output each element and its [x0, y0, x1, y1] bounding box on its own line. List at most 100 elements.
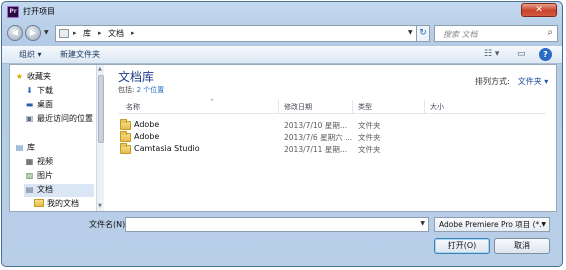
- filename-dropdown-icon[interactable]: ▼: [420, 220, 425, 227]
- sidebar-item-favorites[interactable]: ★ 收藏夹: [14, 71, 51, 84]
- sidebar-item-libraries[interactable]: ▤ 库: [14, 142, 35, 155]
- column-divider[interactable]: [278, 100, 279, 114]
- back-button[interactable]: ◀: [7, 25, 23, 41]
- new-folder-button[interactable]: 新建文件夹: [60, 49, 100, 60]
- sidebar-item-label: 下载: [37, 86, 53, 95]
- scroll-up-icon[interactable]: ▲: [98, 66, 102, 72]
- breadcrumb-separator-icon[interactable]: ▸: [73, 29, 77, 37]
- desktop-icon: ▬: [25, 100, 34, 109]
- forward-button[interactable]: ▶: [25, 25, 41, 41]
- sidebar-scrollbar[interactable]: ▲ ▼: [96, 65, 104, 211]
- sidebar-item-documents[interactable]: ▤ 文档: [24, 184, 94, 197]
- cancel-button[interactable]: 取消: [494, 238, 550, 254]
- sidebar-item-pictures[interactable]: ▨ 图片: [24, 170, 53, 183]
- view-options-icon[interactable]: ☷ ▾: [484, 49, 499, 59]
- file-date: 2013/7/6 星期六 ...: [284, 133, 353, 142]
- folder-icon: [120, 119, 131, 130]
- sidebar-item-label: 最近访问的位置: [37, 114, 93, 123]
- star-icon: ★: [15, 72, 24, 81]
- open-project-dialog: Pr 打开项目 ✕ ◀ ▶ ▼ ▸ 库 ▸ 文档 ▸ ▼ ↻ 搜索 文档 ⌕ 组…: [1, 1, 563, 267]
- file-type: 文件夹: [358, 133, 381, 142]
- column-header-size[interactable]: 大小: [430, 102, 444, 112]
- file-name: Camtasia Studio: [134, 144, 200, 153]
- file-name: Adobe: [134, 132, 160, 141]
- search-input[interactable]: 搜索 文档 ⌕: [434, 25, 558, 42]
- search-placeholder: 搜索 文档: [443, 30, 478, 39]
- help-icon[interactable]: ?: [539, 48, 552, 61]
- sidebar-item-my-documents[interactable]: 我的文档: [34, 198, 79, 211]
- libraries-icon: ▤: [15, 143, 24, 152]
- sidebar-item-video[interactable]: ▦ 视频: [24, 156, 53, 169]
- forward-arrow-icon: ▶: [29, 28, 37, 37]
- file-name: Adobe: [134, 120, 160, 129]
- preview-pane-icon[interactable]: ▭: [517, 49, 526, 59]
- breadcrumb-documents[interactable]: 文档: [108, 28, 124, 39]
- close-button[interactable]: ✕: [521, 3, 557, 17]
- title-bar[interactable]: Pr 打开项目 ✕: [2, 2, 562, 22]
- file-type: 文件夹: [358, 121, 381, 130]
- file-date: 2013/7/10 星期...: [284, 121, 347, 130]
- premiere-app-icon: Pr: [7, 6, 19, 18]
- sort-caret-icon: ^: [210, 99, 215, 105]
- sidebar-item-label: 图片: [37, 171, 53, 180]
- column-header-date[interactable]: 修改日期: [284, 102, 312, 112]
- video-icon: ▦: [25, 157, 34, 166]
- back-arrow-icon: ◀: [11, 28, 19, 37]
- column-divider[interactable]: [424, 100, 425, 114]
- filename-label: 文件名(N):: [89, 220, 128, 229]
- sidebar-item-desktop[interactable]: ▬ 桌面: [24, 99, 53, 112]
- sidebar-item-label: 文档: [37, 185, 53, 194]
- filename-input[interactable]: ▼: [125, 217, 429, 232]
- file-type: 文件夹: [358, 145, 381, 154]
- recent-places-icon: ▣: [25, 114, 34, 123]
- navigation-pane: ★ 收藏夹 ⬇ 下载 ▬ 桌面 ▣ 最近访问的位置 ▤ 库 ▦ 视频 ▨ 图片 ▤ 文档: [10, 65, 96, 211]
- folder-icon: [120, 143, 131, 154]
- column-divider[interactable]: [352, 100, 353, 114]
- scroll-down-icon[interactable]: ▼: [98, 203, 102, 209]
- refresh-button[interactable]: ↻: [416, 25, 430, 42]
- sidebar-item-label: 库: [27, 143, 35, 152]
- sidebar-item-label: 视频: [37, 157, 53, 166]
- library-title: 文档库: [118, 70, 155, 84]
- open-button[interactable]: 打开(O): [434, 238, 490, 254]
- breadcrumb-separator-icon[interactable]: ▸: [131, 29, 135, 37]
- column-header-name[interactable]: 名称: [126, 102, 140, 112]
- downloads-icon: ⬇: [26, 86, 33, 95]
- recent-pages-dropdown-icon[interactable]: ▼: [44, 29, 49, 36]
- filetype-dropdown-icon: ▼: [541, 221, 546, 228]
- breadcrumb-libraries[interactable]: 库: [83, 28, 91, 39]
- file-row[interactable]: Adobe 2013/7/6 星期六 ... 文件夹: [118, 131, 546, 144]
- file-row[interactable]: Adobe 2013/7/10 星期... 文件夹: [118, 119, 546, 132]
- window-title: 打开项目: [23, 7, 55, 16]
- column-header-type[interactable]: 类型: [358, 102, 372, 112]
- address-row: ◀ ▶ ▼ ▸ 库 ▸ 文档 ▸ ▼ ↻ 搜索 文档 ⌕: [2, 23, 562, 45]
- includes-label: 包括:: [118, 86, 135, 94]
- sidebar-item-label: 收藏夹: [27, 72, 51, 81]
- file-row[interactable]: Camtasia Studio 2013/7/11 星期... 文件夹: [118, 143, 546, 156]
- refresh-icon: ↻: [419, 28, 427, 38]
- pictures-icon: ▨: [25, 171, 34, 180]
- arrange-by: 排列方式: 文件夹 ▾: [475, 76, 548, 87]
- documents-icon: ▤: [25, 185, 34, 194]
- arrange-label: 排列方式:: [475, 77, 510, 86]
- file-list-pane: 文档库 包括: 2 个位置 排列方式: 文件夹 ▾ ^ 名称 修改日期 类型 大小: [105, 65, 556, 211]
- scrollbar-thumb[interactable]: [98, 75, 104, 143]
- search-icon: ⌕: [547, 27, 553, 38]
- folder-icon: [34, 199, 44, 207]
- address-dropdown-icon[interactable]: ▼: [408, 29, 413, 36]
- breadcrumb-separator-icon[interactable]: ▸: [98, 29, 102, 37]
- sidebar-item-recent-places[interactable]: ▣ 最近访问的位置: [24, 113, 93, 126]
- sidebar-item-label: 我的文档: [47, 199, 79, 208]
- includes-locations-link[interactable]: 2 个位置: [137, 86, 165, 94]
- library-includes: 包括: 2 个位置: [118, 85, 164, 95]
- sidebar-item-downloads[interactable]: ⬇ 下载: [24, 85, 53, 98]
- filetype-value: Adobe Premiere Pro 项目 (*.: [439, 220, 542, 229]
- address-bar[interactable]: ▸ 库 ▸ 文档 ▸ ▼: [55, 25, 429, 42]
- folder-icon: [120, 131, 131, 142]
- organize-button[interactable]: 组织 ▾: [19, 49, 42, 60]
- command-toolbar: 组织 ▾ 新建文件夹 ☷ ▾ ▭ ?: [2, 45, 562, 64]
- dialog-footer: 文件名(N): ▼ Adobe Premiere Pro 项目 (*. ▼ 打开…: [2, 213, 562, 266]
- arrange-by-dropdown[interactable]: 文件夹 ▾: [518, 77, 549, 86]
- filetype-select[interactable]: Adobe Premiere Pro 项目 (*. ▼: [434, 217, 550, 232]
- content-pane: ★ 收藏夹 ⬇ 下载 ▬ 桌面 ▣ 最近访问的位置 ▤ 库 ▦ 视频 ▨ 图片 ▤ 文档: [9, 64, 557, 212]
